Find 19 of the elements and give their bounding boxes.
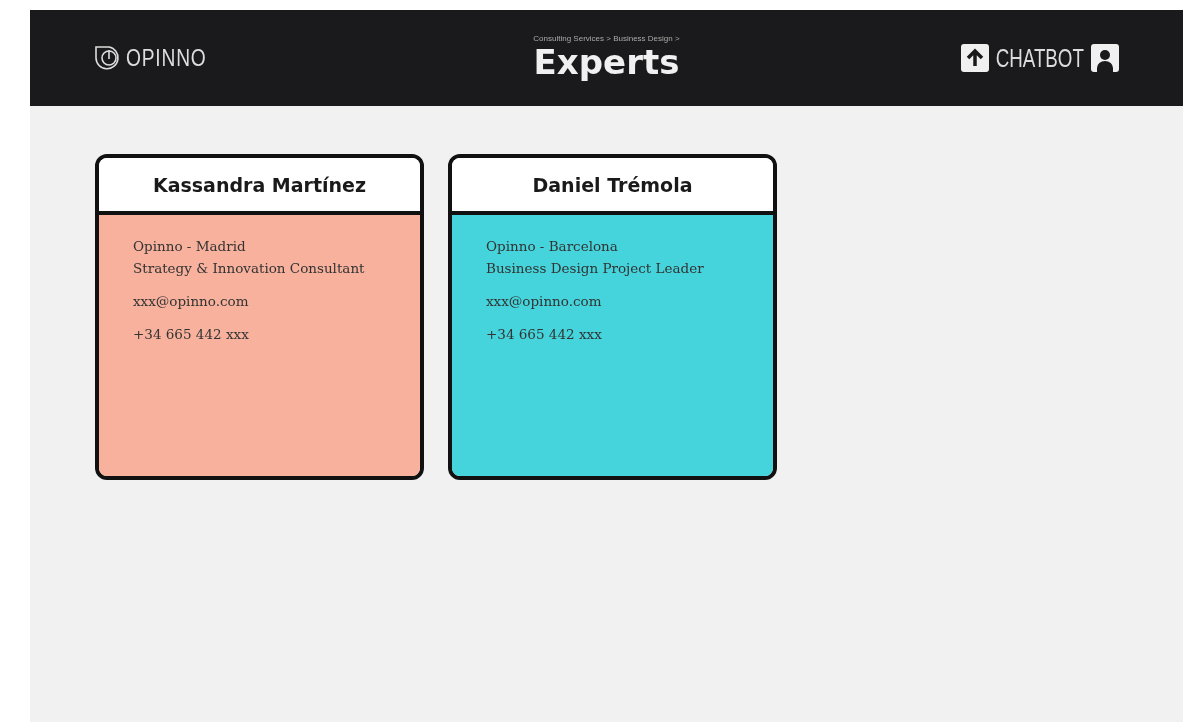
user-icon[interactable] — [1091, 44, 1119, 72]
logo-icon — [94, 45, 122, 71]
page-title: Experts — [533, 43, 680, 81]
office-text: Opinno - Madrid — [133, 237, 247, 256]
expert-card[interactable]: Kassandra Martínez Opinno - Madrid Strategy & Innovation Consultant xxx@opinno.com +34 665 442 xxx — [95, 154, 424, 480]
role-text: Strategy & Innovation Consultant — [133, 259, 366, 278]
phone-text: +34 665 442 xxx — [486, 325, 603, 344]
breadcrumb[interactable]: Consulting Services > Business Design > — [533, 34, 680, 43]
email-text: xxx@opinno.com — [133, 292, 250, 311]
expert-name: Daniel Trémola — [452, 158, 773, 215]
expert-name: Kassandra Martínez — [99, 158, 420, 215]
expert-card[interactable]: Daniel Trémola Opinno - Barcelona Business Design Project Leader xxx@opinno.com +34 665 442 xxx — [448, 154, 777, 480]
phone-text: +34 665 442 xxx — [133, 325, 250, 344]
upload-icon[interactable] — [961, 44, 990, 72]
chatbot-link[interactable]: CHATBOT — [996, 43, 1085, 73]
email-text: xxx@opinno.com — [486, 292, 603, 311]
logo-text: OPINNO — [126, 44, 207, 72]
office-text: Opinno - Barcelona — [486, 237, 619, 256]
role-text: Business Design Project Leader — [486, 259, 705, 278]
